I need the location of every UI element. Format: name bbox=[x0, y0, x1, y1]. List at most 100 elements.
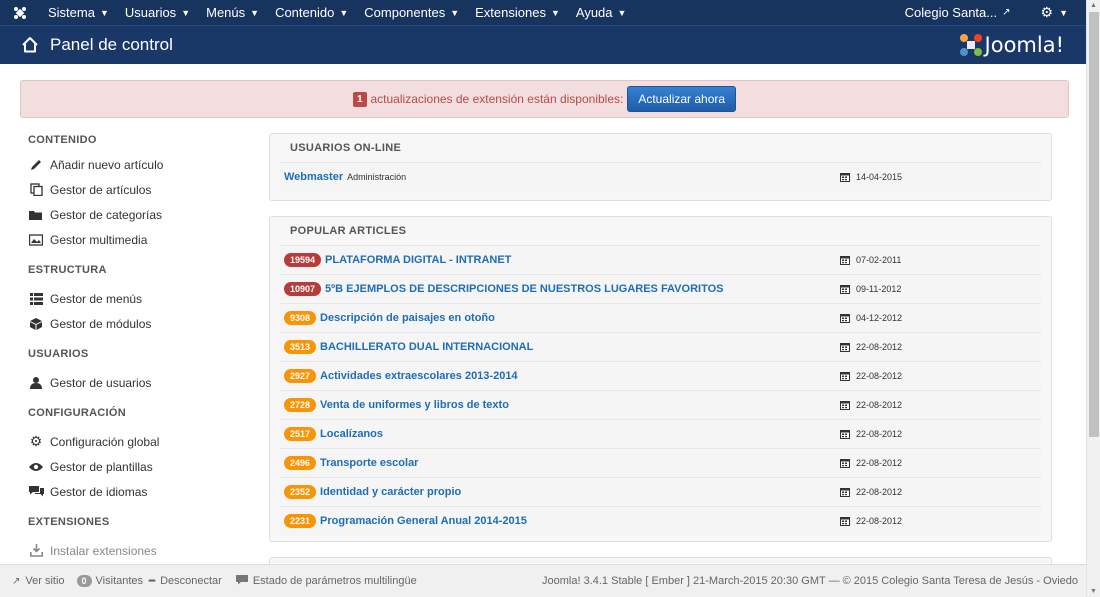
joomla-logo-icon[interactable] bbox=[0, 6, 40, 20]
scroll-down-icon[interactable]: ▼ bbox=[1090, 588, 1097, 595]
caret-down-icon: ▼ bbox=[550, 7, 560, 18]
hits-badge: 2231 bbox=[284, 514, 317, 528]
article-link[interactable]: Localízanos bbox=[320, 428, 383, 440]
logout-label: Desconectar bbox=[160, 575, 222, 587]
sidebar-item-add-article[interactable]: Añadir nuevo artículo bbox=[0, 152, 250, 177]
view-site-link[interactable]: ↗ Ver sitio bbox=[12, 575, 65, 587]
menu-label: Usuarios bbox=[124, 5, 177, 20]
home-icon bbox=[20, 35, 40, 55]
date-text: 22-08-2012 bbox=[856, 516, 903, 526]
sidebar-item-global-config[interactable]: ⚙ Configuración global bbox=[0, 429, 250, 454]
external-link-icon: ↗ bbox=[12, 575, 21, 587]
view-site-label: Ver sitio bbox=[25, 575, 65, 587]
date-text: 14-04-2015 bbox=[856, 172, 903, 182]
table-row: 2496 Transporte escolar 22-08-2012 bbox=[280, 448, 1041, 477]
site-link[interactable]: Colegio Santa... ↗ bbox=[897, 0, 1019, 25]
sidebar-item-languages[interactable]: Gestor de idiomas bbox=[0, 479, 250, 504]
article-link[interactable]: BACHILLERATO DUAL INTERNACIONAL bbox=[320, 341, 533, 353]
sidebar-item-media[interactable]: Gestor multimedia bbox=[0, 227, 250, 252]
sidebar-item-articles[interactable]: Gestor de artículos bbox=[0, 177, 250, 202]
sidebar-item-install-extensions[interactable]: Instalar extensiones bbox=[0, 538, 250, 563]
sidebar-heading-extensiones: EXTENSIONES bbox=[28, 516, 110, 528]
sidebar-item-menus[interactable]: Gestor de menús bbox=[0, 286, 250, 311]
minus-icon: ━ bbox=[149, 575, 156, 587]
sidebar-item-modules[interactable]: Gestor de módulos bbox=[0, 311, 250, 336]
sidebar-item-users[interactable]: Gestor de usuarios bbox=[0, 370, 250, 395]
calendar-icon bbox=[840, 172, 850, 182]
update-now-button[interactable]: Actualizar ahora bbox=[627, 86, 737, 112]
caret-down-icon: ▼ bbox=[339, 7, 349, 18]
module-title: POPULAR ARTICLES bbox=[290, 225, 407, 237]
sidebar-item-label: Gestor de idiomas bbox=[50, 484, 148, 499]
caret-down-icon: ▼ bbox=[99, 7, 109, 18]
joomla-brand: Joomla! bbox=[959, 33, 1064, 57]
article-date: 22-08-2012 bbox=[840, 487, 902, 497]
brand-name: Joomla! bbox=[984, 33, 1064, 57]
pencil-icon bbox=[28, 158, 44, 171]
menu-sistema[interactable]: Sistema ▼ bbox=[40, 0, 117, 25]
article-link[interactable]: Transporte escolar bbox=[320, 457, 418, 469]
user-icon bbox=[28, 376, 44, 389]
user-menu[interactable]: ⚙ ▼ bbox=[1019, 4, 1086, 21]
multilang-status[interactable]: Estado de parámetros multilingüe bbox=[235, 574, 417, 588]
table-row: 2352 Identidad y carácter propio 22-08-201… bbox=[280, 477, 1041, 506]
article-date: 22-08-2012 bbox=[840, 429, 902, 439]
download-icon bbox=[28, 544, 44, 557]
sidebar-item-templates[interactable]: Gestor de plantillas bbox=[0, 454, 250, 479]
table-row: 3513 BACHILLERATO DUAL INTERNACIONAL 22-08… bbox=[280, 332, 1041, 361]
sidebar-item-label: Gestor de usuarios bbox=[50, 375, 152, 390]
sidebar-item-categories[interactable]: Gestor de categorías bbox=[0, 202, 250, 227]
sidebar-heading-contenido: CONTENIDO bbox=[28, 134, 97, 146]
article-link[interactable]: Venta de uniformes y libros de texto bbox=[320, 399, 509, 411]
menu-contenido[interactable]: Contenido ▼ bbox=[267, 0, 356, 25]
hits-badge: 10907 bbox=[284, 282, 322, 296]
hits-badge: 9308 bbox=[284, 311, 317, 325]
caret-down-icon: ▼ bbox=[181, 7, 191, 18]
sidebar: CONTENIDO Añadir nuevo artículo Gestor d… bbox=[0, 128, 250, 563]
hits-badge: 2728 bbox=[284, 398, 317, 412]
article-link[interactable]: Programación General Anual 2014-2015 bbox=[320, 515, 527, 527]
article-link[interactable]: 5ºB EJEMPLOS DE DESCRIPCIONES DE NUESTRO… bbox=[325, 283, 723, 295]
calendar-icon bbox=[840, 400, 850, 410]
comments-icon bbox=[28, 485, 44, 498]
table-row: 10907 5ºB EJEMPLOS DE DESCRIPCIONES DE NU… bbox=[280, 274, 1041, 303]
logout-link[interactable]: ━ Desconectar bbox=[149, 575, 222, 587]
scroll-up-icon[interactable]: ▲ bbox=[1090, 2, 1097, 9]
online-user-link[interactable]: Webmaster bbox=[284, 171, 343, 183]
menu-extensiones[interactable]: Extensiones ▼ bbox=[467, 0, 568, 25]
caret-down-icon: ▼ bbox=[450, 7, 460, 18]
sidebar-item-label: Gestor multimedia bbox=[50, 232, 148, 247]
menu-label: Componentes bbox=[364, 5, 446, 20]
menu-usuarios[interactable]: Usuarios ▼ bbox=[117, 0, 198, 25]
article-link[interactable]: Descripción de paisajes en otoño bbox=[320, 312, 495, 324]
calendar-icon bbox=[840, 342, 850, 352]
online-users-module: USUARIOS ON-LINE Webmaster Administració… bbox=[269, 133, 1052, 201]
article-link[interactable]: Actividades extraescolares 2013-2014 bbox=[320, 370, 518, 382]
calendar-icon bbox=[840, 313, 850, 323]
menu-label: Contenido bbox=[275, 5, 335, 20]
date-text: 22-08-2012 bbox=[856, 400, 903, 410]
article-date: 07-02-2011 bbox=[840, 255, 901, 265]
menu-componentes[interactable]: Componentes ▼ bbox=[356, 0, 467, 25]
article-date: 22-08-2012 bbox=[840, 458, 902, 468]
scrollbar[interactable]: ▲ ▼ bbox=[1086, 0, 1100, 597]
visitors-count-badge: 0 bbox=[76, 575, 92, 587]
site-name: Colegio Santa... bbox=[904, 5, 998, 20]
update-alert: 1 actualizaciones de extensión están dis… bbox=[20, 80, 1069, 118]
page-header: Panel de control Joomla! bbox=[0, 25, 1086, 64]
date-text: 07-02-2011 bbox=[856, 255, 902, 265]
calendar-icon bbox=[840, 429, 850, 439]
article-date: 22-08-2012 bbox=[840, 371, 902, 381]
article-link[interactable]: Identidad y carácter propio bbox=[320, 486, 461, 498]
top-navbar: Sistema ▼ Usuarios ▼ Menús ▼ Contenido ▼ Com… bbox=[0, 0, 1086, 25]
scroll-thumb[interactable] bbox=[1089, 12, 1099, 437]
calendar-icon bbox=[840, 371, 850, 381]
calendar-icon bbox=[840, 284, 850, 294]
online-user-role: Administración bbox=[347, 172, 407, 182]
article-link[interactable]: PLATAFORMA DIGITAL - INTRANET bbox=[325, 254, 511, 266]
menu-ayuda[interactable]: Ayuda ▼ bbox=[568, 0, 635, 25]
calendar-icon bbox=[840, 516, 850, 526]
sidebar-item-label: Añadir nuevo artículo bbox=[50, 157, 164, 172]
hits-badge: 2352 bbox=[284, 485, 317, 499]
menu-menus[interactable]: Menús ▼ bbox=[198, 0, 267, 25]
